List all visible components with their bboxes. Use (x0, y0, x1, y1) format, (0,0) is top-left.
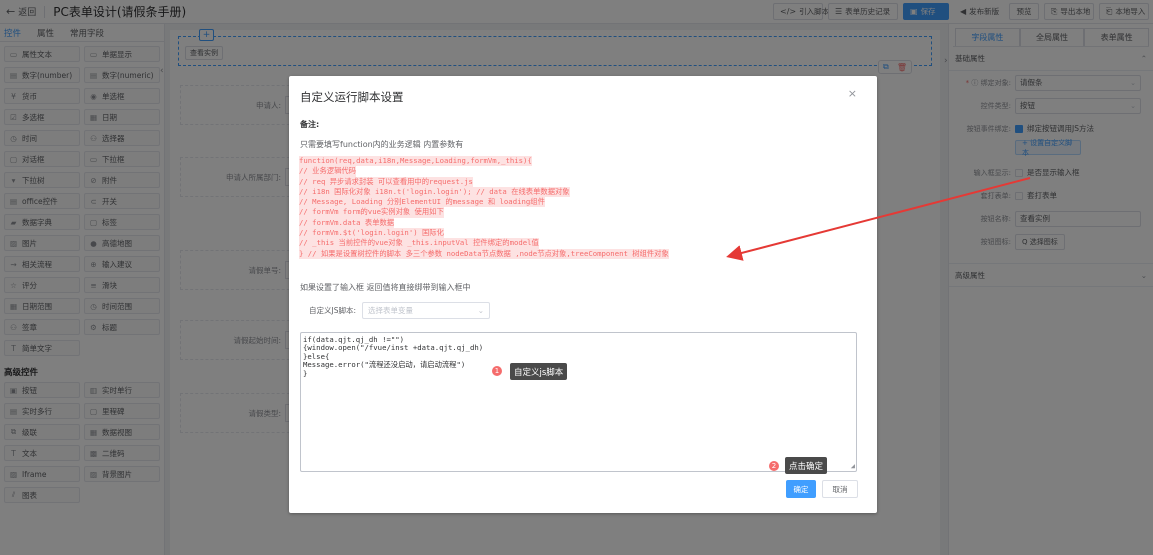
code-line: // formVm form的vue实例对象 使用如下 (299, 207, 444, 218)
builtin-params-code: function(req,data,i18n,Message,Loading,f… (299, 156, 859, 259)
close-icon[interactable]: × (848, 87, 857, 100)
code-line: // formVm.data 表单数据 (299, 217, 395, 229)
step-badge-1: 1 (492, 366, 502, 376)
code-line: // 业务逻辑代码 (299, 166, 356, 177)
confirm-button[interactable]: 确定 (786, 480, 816, 498)
code-line: // req 异步请求封装 可以查看用中的request.js (299, 176, 473, 187)
script-variable-row: 自定义JS脚本: 选择表单变量 ⌄ (309, 302, 490, 319)
custom-script-dialog: 自定义运行脚本设置 × 备注: 只需要填写function内的业务逻辑 内置参数… (289, 76, 877, 513)
dialog-title: 自定义运行脚本设置 (300, 90, 404, 104)
form-variable-select[interactable]: 选择表单变量 ⌄ (362, 302, 490, 319)
code-line: // formVm.$t('login.login') 国际化 (299, 228, 444, 239)
code-line: // Message, Loading 分别ElementUI 的message… (299, 197, 545, 208)
cancel-button[interactable]: 取消 (822, 480, 858, 498)
code-line: // i18n 国际化对象 i18n.t('login.login'); // … (299, 186, 570, 198)
code-line: // _this 当前控件的vue对象 _this.inputVal 控件绑定的… (299, 238, 539, 249)
code-line: function(req,data,i18n,Message,Loading,f… (299, 156, 532, 167)
tooltip-custom-script: 自定义js脚本 (510, 363, 568, 380)
script-line: } (303, 368, 308, 378)
script-textarea[interactable]: if(data.qjt.qj_dh !="") {window.open("/fv… (300, 332, 857, 472)
script-line: Message.error("流程还没启动，请启动流程") (303, 360, 466, 370)
resize-handle-icon[interactable]: ◢ (851, 462, 855, 470)
note-title: 备注: (300, 120, 320, 129)
input-hint: 如果设置了输入框 返回值将直接绑带到输入框中 (300, 283, 471, 292)
dialog-footer: 确定 取消 (786, 480, 858, 498)
code-line: } // 如果是设置树控件的脚本 多三个参数 nodeData节点数据 ,nod… (299, 248, 669, 259)
tooltip-click-confirm: 点击确定 (785, 457, 828, 474)
chevron-down-icon: ⌄ (477, 306, 484, 315)
step-badge-2: 2 (769, 461, 779, 471)
script-label: 自定义JS脚本: (309, 306, 356, 315)
script-line: {window.open("/fvue/inst +data.qjt.qj_dh… (303, 343, 484, 353)
note-description: 只需要填写function内的业务逻辑 内置参数有 (300, 140, 464, 149)
